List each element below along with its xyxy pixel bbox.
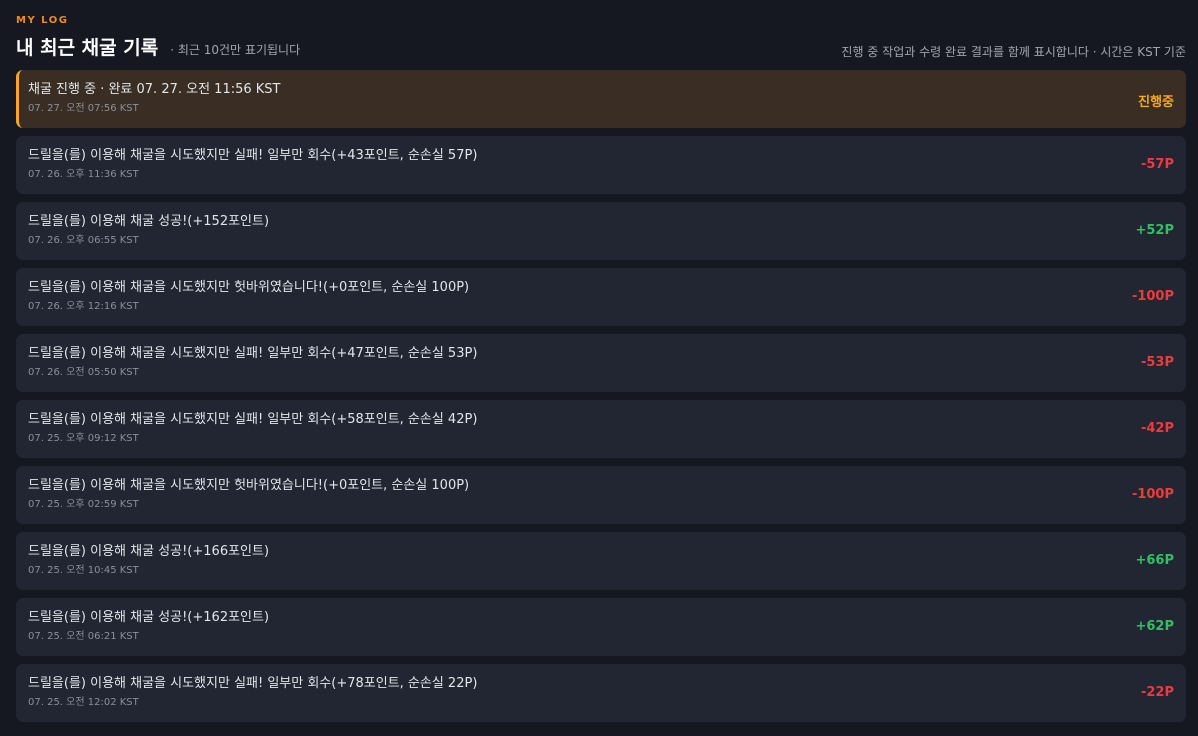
- log-item: 드릴을(를) 이용해 채굴 성공!(+166포인트) 07. 25. 오전 10…: [16, 532, 1186, 590]
- log-item-time: 07. 25. 오전 06:21 KST: [28, 631, 139, 642]
- log-item-time: 07. 27. 오전 07:56 KST: [28, 103, 139, 114]
- log-item-time: 07. 26. 오전 05:50 KST: [28, 367, 139, 378]
- log-item-time: 07. 26. 오후 11:36 KST: [28, 169, 139, 180]
- log-item-title: 드릴을(를) 이용해 채굴을 시도했지만 실패! 일부만 회수(+47포인트, …: [28, 346, 478, 361]
- log-item-title: 드릴을(를) 이용해 채굴을 시도했지만 헛바위였습니다!(+0포인트, 순손실…: [28, 280, 470, 295]
- log-item-title: 드릴을(를) 이용해 채굴을 시도했지만 실패! 일부만 회수(+78포인트, …: [28, 676, 478, 691]
- log-item: 드릴을(를) 이용해 채굴을 시도했지만 헛바위였습니다!(+0포인트, 순손실…: [16, 466, 1186, 524]
- log-item-time: 07. 26. 오후 12:16 KST: [28, 301, 139, 312]
- log-item-time: 07. 25. 오후 09:12 KST: [28, 433, 139, 444]
- log-item: 드릴을(를) 이용해 채굴을 시도했지만 헛바위였습니다!(+0포인트, 순손실…: [16, 268, 1186, 326]
- log-item-pending: 채굴 진행 중 · 완료 07. 27. 오전 11:56 KST 07. 27…: [16, 70, 1186, 128]
- log-item-time: 07. 26. 오후 06:55 KST: [28, 235, 139, 246]
- title-row: 내 최근 채굴 기록 · 최근 10건만 표기됩니다: [16, 33, 300, 60]
- mining-log-panel: MY LOG 내 최근 채굴 기록 · 최근 10건만 표기됩니다 진행 중 작…: [0, 0, 1198, 736]
- section-eyebrow: MY LOG: [16, 15, 69, 26]
- log-item: 드릴을(를) 이용해 채굴 성공!(+152포인트) 07. 26. 오후 06…: [16, 202, 1186, 260]
- log-item-points: -100P: [1131, 289, 1174, 304]
- log-item-points: -22P: [1140, 685, 1174, 700]
- log-item: 드릴을(를) 이용해 채굴을 시도했지만 실패! 일부만 회수(+47포인트, …: [16, 334, 1186, 392]
- log-item-title: 드릴을(를) 이용해 채굴을 시도했지만 실패! 일부만 회수(+58포인트, …: [28, 412, 478, 427]
- log-item: 드릴을(를) 이용해 채굴 성공!(+162포인트) 07. 25. 오전 06…: [16, 598, 1186, 656]
- log-item-points: -53P: [1140, 355, 1174, 370]
- log-item-points: +52P: [1135, 223, 1174, 238]
- log-item-title: 드릴을(를) 이용해 채굴 성공!(+166포인트): [28, 544, 270, 559]
- page-title: 내 최근 채굴 기록: [16, 37, 159, 59]
- header-note: 진행 중 작업과 수령 완료 결과를 함께 표시합니다 · 시간은 KST 기준: [841, 45, 1186, 59]
- log-item-title: 드릴을(를) 이용해 채굴 성공!(+152포인트): [28, 214, 270, 229]
- log-item-points: -100P: [1131, 487, 1174, 502]
- log-item-time: 07. 25. 오전 12:02 KST: [28, 697, 139, 708]
- log-list: 채굴 진행 중 · 완료 07. 27. 오전 11:56 KST 07. 27…: [16, 70, 1186, 730]
- log-item-points: +62P: [1135, 619, 1174, 634]
- log-item: 드릴을(를) 이용해 채굴을 시도했지만 실패! 일부만 회수(+43포인트, …: [16, 136, 1186, 194]
- log-item-time: 07. 25. 오전 10:45 KST: [28, 565, 139, 576]
- log-item-points: -57P: [1140, 157, 1174, 172]
- status-badge: 진행중: [1138, 95, 1174, 110]
- log-item: 드릴을(를) 이용해 채굴을 시도했지만 실패! 일부만 회수(+58포인트, …: [16, 400, 1186, 458]
- log-item-title: 채굴 진행 중 · 완료 07. 27. 오전 11:56 KST: [28, 82, 281, 97]
- log-item-title: 드릴을(를) 이용해 채굴을 시도했지만 헛바위였습니다!(+0포인트, 순손실…: [28, 478, 470, 493]
- log-item: 드릴을(를) 이용해 채굴을 시도했지만 실패! 일부만 회수(+78포인트, …: [16, 664, 1186, 722]
- log-item-title: 드릴을(를) 이용해 채굴을 시도했지만 실패! 일부만 회수(+43포인트, …: [28, 148, 478, 163]
- log-item-title: 드릴을(를) 이용해 채굴 성공!(+162포인트): [28, 610, 270, 625]
- log-item-points: -42P: [1140, 421, 1174, 436]
- log-item-time: 07. 25. 오후 02:59 KST: [28, 499, 139, 510]
- page-subtitle: · 최근 10건만 표기됩니다: [170, 43, 301, 57]
- log-item-points: +66P: [1135, 553, 1174, 568]
